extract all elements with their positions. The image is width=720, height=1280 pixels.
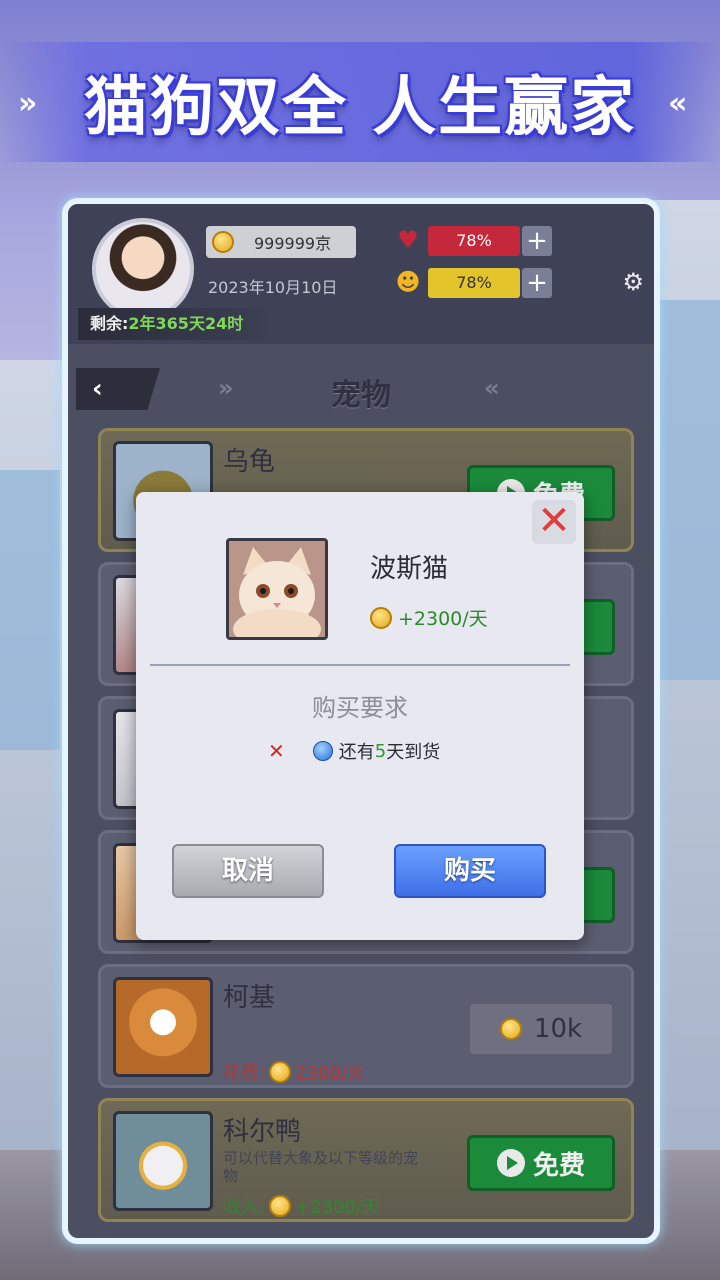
banner-chevron-right-icon: « (668, 86, 688, 121)
promo-banner: 猫狗双全 人生赢家 (0, 42, 720, 162)
dialog-divider (150, 664, 570, 666)
requirement-title: 购买要求 (312, 694, 408, 722)
background-window (660, 300, 720, 680)
background-window (0, 470, 60, 750)
banner-title: 猫狗双全 人生赢家 (83, 71, 637, 145)
pet-thumbnail (226, 538, 328, 640)
dialog-pet-income-value: +2300/天 (398, 608, 488, 630)
banner-chevron-left-icon: » (18, 86, 38, 121)
requirement-prefix: 还有 (338, 742, 375, 763)
dialog-pet-name: 波斯猫 (370, 554, 449, 584)
requirement-days: 5 (374, 740, 387, 762)
dialog-pet-income: +2300/天 (370, 604, 488, 631)
cancel-button[interactable]: 取消 (172, 844, 324, 898)
purchase-dialog: ✕ 波斯猫 +2300/天 购买要求 ✕ 还有 5 天到货 取消 购买 (136, 492, 584, 940)
persian-cat-image (229, 541, 325, 637)
delivery-icon (312, 741, 333, 761)
coin-icon (370, 606, 392, 629)
close-icon[interactable]: ✕ (532, 500, 576, 544)
requirement-row: ✕ 还有 5 天到货 (268, 738, 440, 764)
buy-button[interactable]: 购买 (394, 844, 546, 898)
requirement-suffix: 天到货 (386, 742, 441, 763)
unmet-x-icon: ✕ (268, 739, 285, 763)
